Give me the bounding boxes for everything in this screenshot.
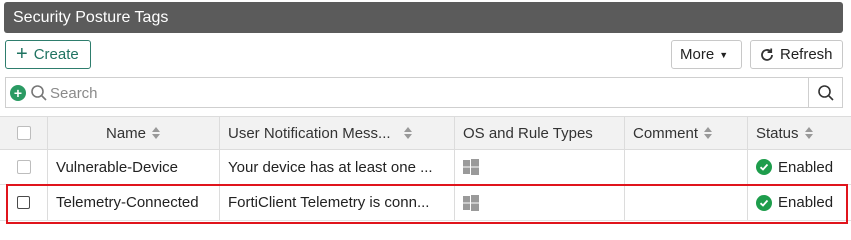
page-title-bar: Security Posture Tags (4, 2, 843, 33)
more-dropdown-button[interactable]: More ▼ (671, 40, 742, 69)
name-cell: Telemetry-Connected (48, 185, 220, 220)
notification-cell: Your device has at least one ... (220, 150, 455, 184)
os-cell (455, 185, 625, 220)
refresh-icon (761, 48, 773, 61)
status-text: Enabled (778, 158, 834, 176)
comment-cell (625, 150, 748, 184)
column-header-label: OS and Rule Types (463, 124, 593, 142)
column-header-name[interactable]: Name (48, 117, 220, 149)
notification-text: Your device has at least one ... (228, 158, 433, 176)
check-circle-icon (756, 194, 772, 211)
name-cell: Vulnerable-Device (48, 150, 220, 184)
status-cell: Enabled (748, 150, 851, 184)
sort-icon (403, 127, 412, 139)
select-all-cell (0, 117, 48, 149)
select-all-checkbox[interactable] (16, 126, 31, 140)
row-select-cell (0, 150, 48, 184)
table-row[interactable]: Vulnerable-Device Your device has at lea… (0, 150, 851, 185)
os-cell (455, 150, 625, 184)
sort-icon (704, 127, 713, 139)
windows-icon (463, 194, 479, 211)
page-title: Security Posture Tags (13, 9, 169, 26)
sort-icon (804, 127, 813, 139)
search-submit-button[interactable] (808, 78, 842, 107)
notification-text: FortiClient Telemetry is conn... (228, 194, 430, 211)
column-header-notification[interactable]: User Notification Mess... (220, 117, 455, 149)
status-cell: Enabled (748, 185, 851, 220)
column-header-label: Name (105, 124, 146, 142)
notification-cell: FortiClient Telemetry is conn... (220, 185, 455, 220)
refresh-button[interactable]: Refresh (750, 40, 843, 69)
search-icon (31, 85, 47, 101)
search-input[interactable] (50, 82, 800, 104)
table-header-row: Name User Notification Mess... OS and Ru… (0, 116, 851, 150)
tag-name: Telemetry-Connected (56, 194, 199, 211)
table-row[interactable]: Telemetry-Connected FortiClient Telemetr… (0, 185, 851, 221)
column-header-label: User Notification Mess... (228, 124, 391, 142)
create-button[interactable]: + Create (5, 40, 91, 69)
tag-name: Vulnerable-Device (56, 158, 179, 176)
check-circle-icon (756, 159, 772, 175)
column-header-comment[interactable]: Comment (625, 117, 748, 149)
column-header-os[interactable]: OS and Rule Types (455, 117, 625, 149)
sort-icon (152, 127, 160, 139)
column-header-status[interactable]: Status (748, 117, 851, 149)
search-submit-icon (817, 84, 834, 101)
caret-down-icon: ▼ (719, 50, 729, 60)
plus-icon: + (16, 42, 28, 65)
row-checkbox[interactable] (16, 160, 31, 174)
row-checkbox[interactable] (17, 196, 30, 209)
comment-cell (625, 185, 748, 220)
status-text: Enabled (778, 194, 834, 211)
column-header-label: Comment (633, 124, 699, 142)
windows-icon (463, 159, 479, 175)
refresh-button-label: Refresh (780, 46, 833, 63)
more-button-label: More (680, 46, 715, 63)
create-button-label: Create (33, 46, 79, 63)
add-filter-icon[interactable]: + (10, 85, 26, 101)
column-header-label: Status (756, 124, 799, 142)
search-bar: + (5, 77, 843, 108)
row-select-cell (0, 185, 48, 220)
